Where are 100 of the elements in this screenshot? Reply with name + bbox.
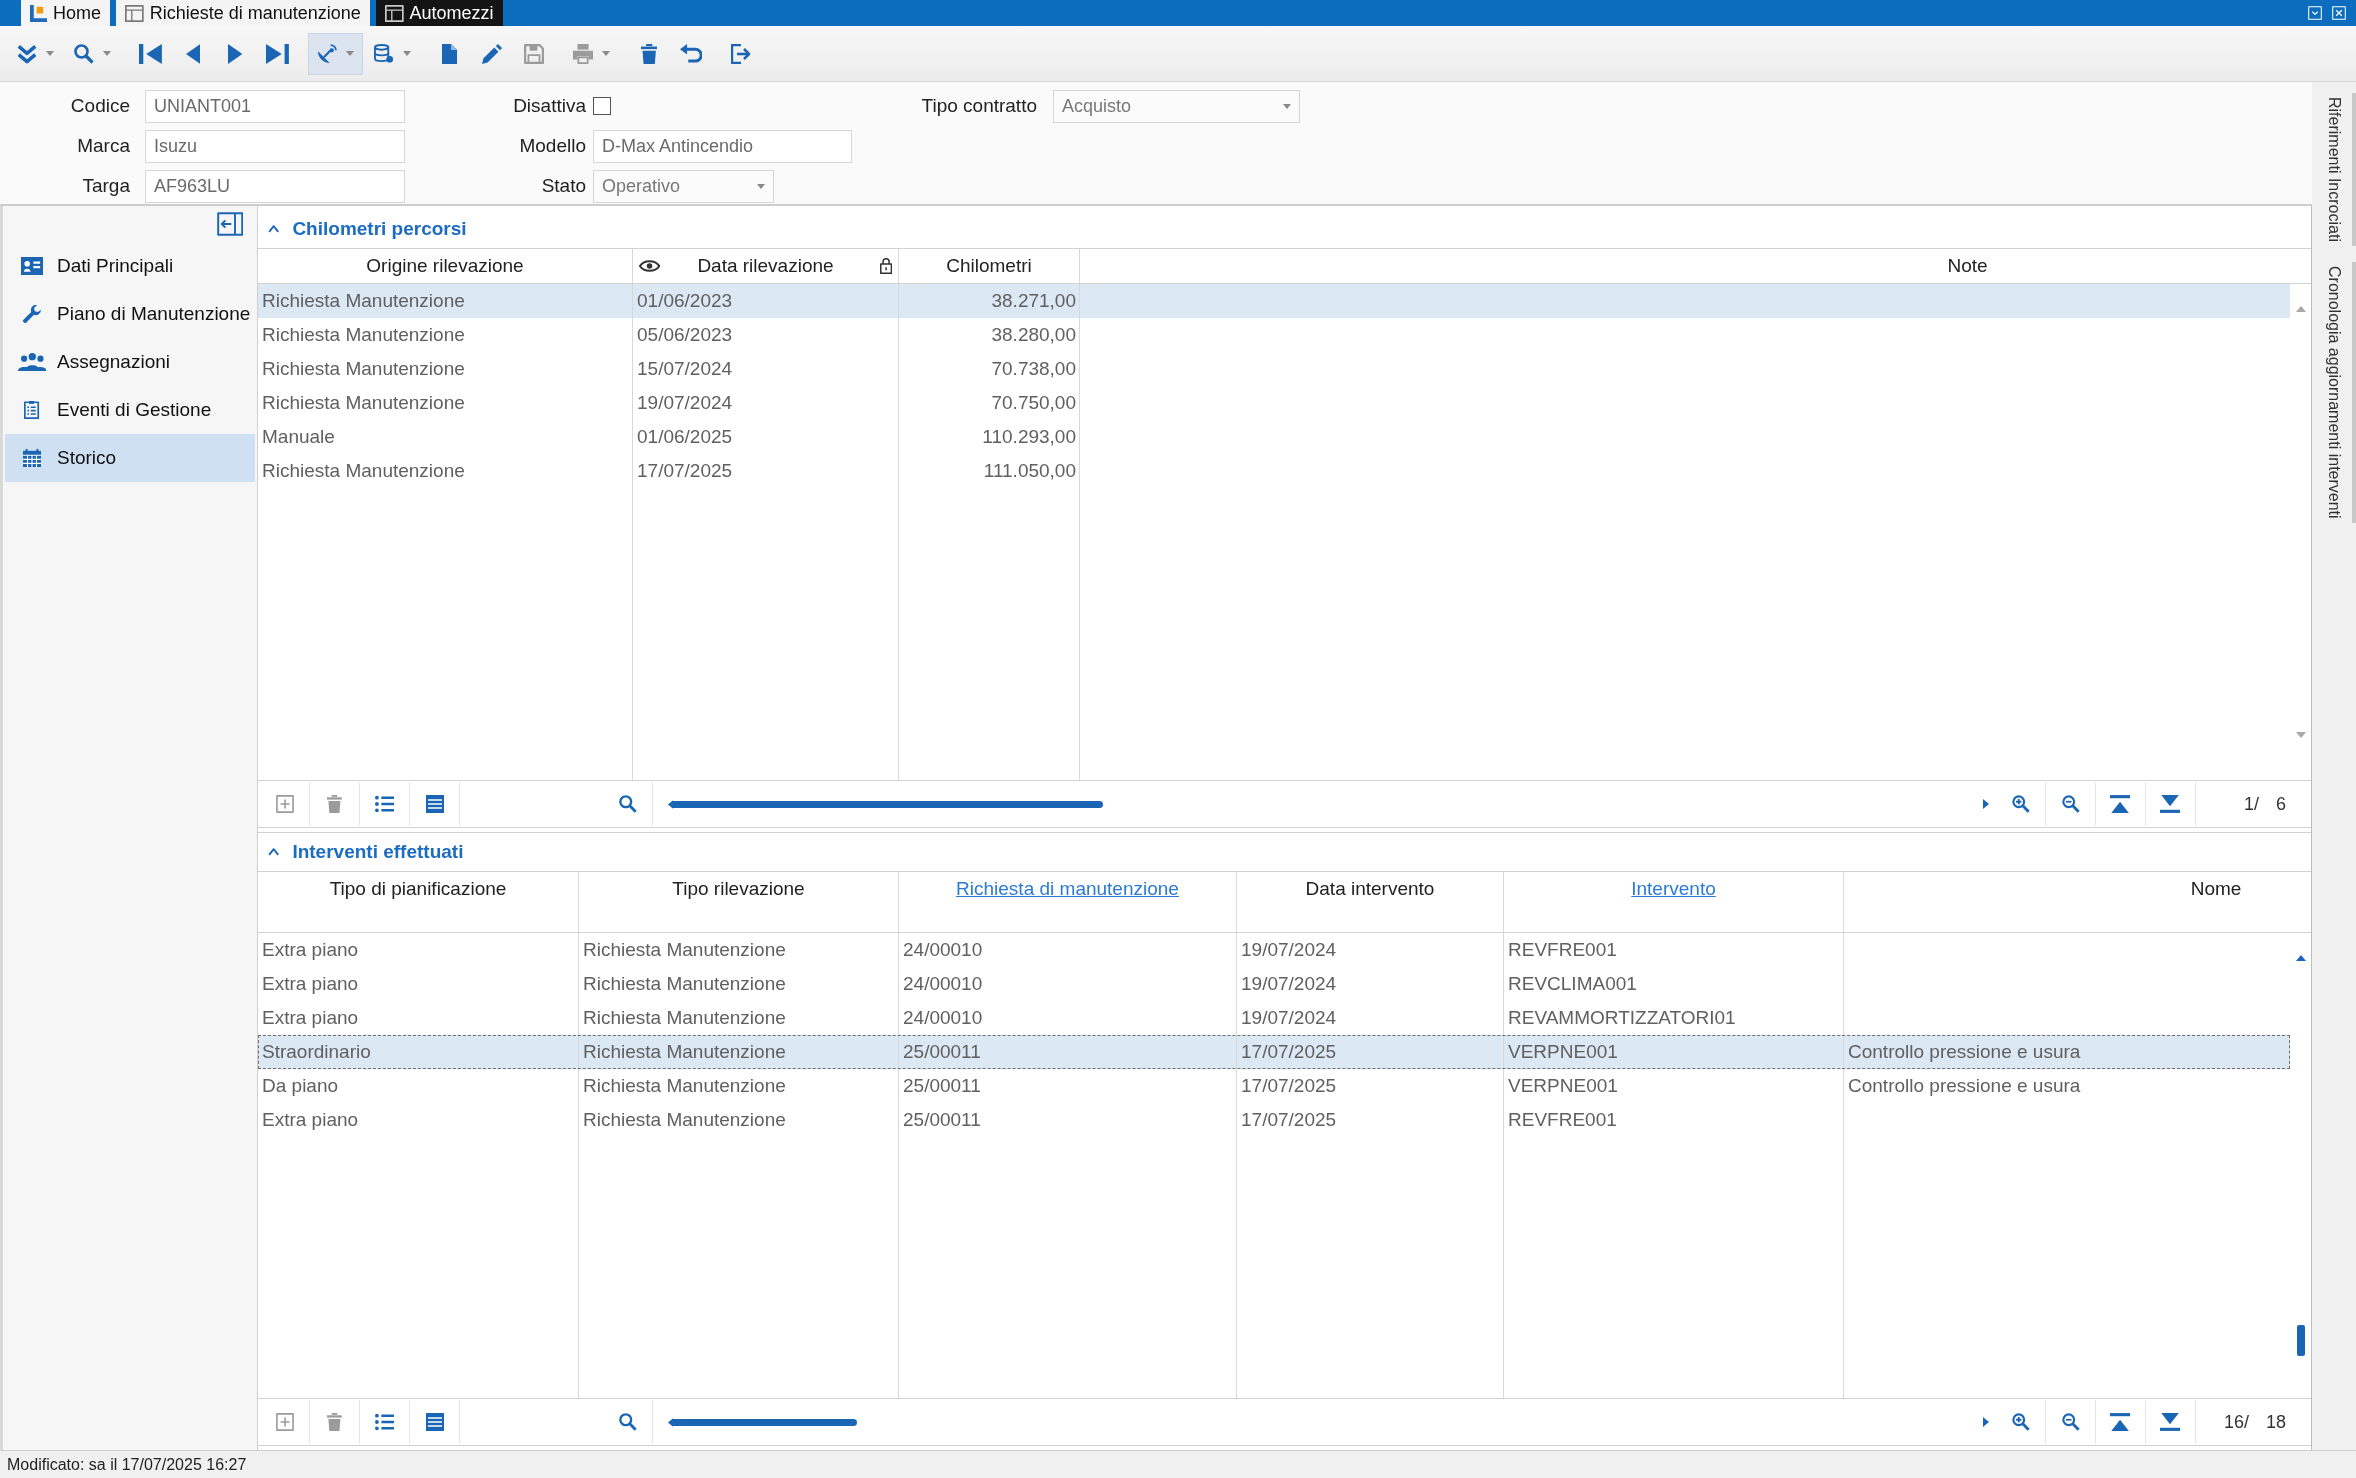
- panel-collapse-icon[interactable]: [216, 212, 243, 236]
- table-cell: 25/00011: [903, 1109, 981, 1131]
- sidebar-item[interactable]: Assegnazioni: [5, 338, 255, 386]
- section-title: Chilometri percorsi: [292, 218, 467, 240]
- table-cell: Richiesta Manutenzione: [583, 1007, 786, 1029]
- field-label: Modello: [519, 135, 586, 157]
- status-text: Modificato: sa il 17/07/2025 16:27: [7, 1455, 247, 1474]
- page-counter: 16/ 18: [2222, 1411, 2287, 1433]
- scroll-up-arrow-icon[interactable]: [2295, 955, 2306, 961]
- table-cell: 17/07/2025: [637, 460, 733, 482]
- table-cell: 111.050,00: [983, 460, 1076, 482]
- table-icon: [425, 1413, 444, 1431]
- column-header: Data intervento: [1305, 878, 1435, 900]
- field-label: Tipo contratto: [921, 95, 1037, 117]
- table-cell: REVCLIMA001: [1508, 973, 1637, 995]
- table-cell: 17/07/2025: [1241, 1075, 1337, 1097]
- table-cell: Extra piano: [262, 973, 359, 995]
- table-cell: REVFRE001: [1508, 939, 1617, 961]
- zoom-in-icon: [2011, 795, 2030, 813]
- table-cell: 05/06/2023: [637, 324, 733, 346]
- page-counter: 1/ 6: [2242, 793, 2287, 815]
- caret-down-icon: [757, 183, 765, 189]
- trash-icon: [327, 1413, 342, 1431]
- chevron-up-icon[interactable]: [268, 848, 280, 856]
- field-label: Marca: [77, 135, 130, 157]
- field-label: Targa: [82, 175, 130, 197]
- column-header: Nome: [2190, 878, 2242, 900]
- table-cell: 110.293,00: [982, 426, 1076, 448]
- undo-icon: [679, 43, 703, 64]
- tab[interactable]: Home: [21, 0, 110, 26]
- field-label: Disattiva: [513, 95, 586, 117]
- table-cell: Richiesta Manutenzione: [262, 460, 465, 482]
- text-field[interactable]: UNIANT001: [145, 89, 405, 123]
- sidebar-item[interactable]: Piano di Manutenzione: [5, 290, 255, 338]
- table-cell: Extra piano: [262, 939, 359, 961]
- table-cell: Richiesta Manutenzione: [583, 1109, 786, 1131]
- database-icon: [373, 43, 394, 64]
- tab[interactable]: Richieste di manutenzione: [116, 0, 370, 26]
- close-icon[interactable]: [2332, 6, 2346, 20]
- zoom-out-icon: [2061, 795, 2080, 813]
- table-cell: Richiesta Manutenzione: [262, 324, 465, 346]
- table-cell: Richiesta Manutenzione: [262, 392, 465, 414]
- table-cell: 19/07/2024: [637, 392, 733, 414]
- table-cell: Straordinario: [262, 1041, 371, 1063]
- sidebar-item[interactable]: Storico: [5, 434, 255, 482]
- selected-table-row[interactable]: Straordinario Richiesta Manutenzione 25/00011 17/07/2025 VERPNE001 Controllo pressione e usura: [258, 1035, 2290, 1069]
- chevron-down-icon[interactable]: [2308, 6, 2322, 20]
- table-cell: VERPNE001: [1508, 1075, 1618, 1097]
- table-cell: 15/07/2024: [637, 358, 733, 380]
- zoom-in-icon: [2011, 1413, 2030, 1431]
- scroll-right-arrow-icon[interactable]: [1983, 1417, 1989, 1427]
- selected-table-row[interactable]: Richiesta Manutenzione 01/06/2023 38.271,00: [258, 284, 2290, 318]
- clipboard-icon: [24, 401, 40, 419]
- eye-icon[interactable]: [639, 260, 661, 272]
- text-field[interactable]: AF963LU: [145, 169, 405, 203]
- column-header-link[interactable]: Intervento: [1631, 878, 1716, 900]
- list-icon: [374, 1413, 395, 1431]
- table-cell: 01/06/2023: [637, 290, 733, 312]
- plus-square-icon: [275, 1413, 294, 1431]
- lock-icon[interactable]: [879, 258, 892, 274]
- scroll-left-arrow-icon[interactable]: [668, 1417, 674, 1427]
- table-cell: Richiesta Manutenzione: [583, 973, 786, 995]
- field-label: Codice: [70, 95, 130, 117]
- table-cell: 38.280,00: [991, 324, 1076, 346]
- text-field[interactable]: Isuzu: [145, 129, 405, 163]
- arrow-to-bottom-icon: [2160, 795, 2181, 813]
- table-cell: Controllo pressione e usura: [1848, 1041, 2081, 1063]
- printer-icon: [572, 43, 593, 64]
- dropdown-field[interactable]: Operativo: [593, 169, 774, 203]
- checkbox[interactable]: [593, 97, 611, 115]
- dropdown-field[interactable]: Acquisto: [1053, 89, 1300, 123]
- table-icon: [425, 795, 444, 813]
- table-cell: Richiesta Manutenzione: [262, 358, 465, 380]
- text-field[interactable]: D-Max Antincendio: [593, 129, 852, 163]
- skip-end-icon: [265, 43, 289, 64]
- satellite-button[interactable]: [307, 32, 363, 75]
- table-cell: 17/07/2025: [1241, 1109, 1337, 1131]
- tab[interactable]: Automezzi: [375, 0, 503, 26]
- table-cell: 24/00010: [903, 973, 983, 995]
- app-logo-icon: [30, 4, 47, 22]
- people-icon: [17, 353, 47, 371]
- table-cell: 19/07/2024: [1241, 939, 1337, 961]
- scrollbar-thumb[interactable]: [2296, 1325, 2305, 1356]
- triangle-left-icon: [185, 43, 201, 64]
- column-header-link[interactable]: Richiesta di manutenzione: [956, 878, 1179, 900]
- sidebar-item[interactable]: Eventi di Gestione: [5, 386, 255, 434]
- search-icon: [618, 1413, 637, 1431]
- table-cell: 25/00011: [903, 1075, 981, 1097]
- scroll-left-arrow-icon[interactable]: [668, 799, 674, 809]
- window-icon: [125, 4, 144, 22]
- side-tab[interactable]: Cronologia aggiornamenti interventi: [2317, 261, 2356, 523]
- table-cell: Da piano: [262, 1075, 339, 1097]
- sidebar-item[interactable]: Dati Principali: [5, 242, 255, 290]
- side-tab[interactable]: Riferimenti Incrociati: [2317, 93, 2356, 246]
- chevron-up-icon[interactable]: [268, 225, 280, 233]
- arrow-to-top-icon: [2110, 795, 2131, 813]
- table-cell: Controllo pressione e usura: [1848, 1075, 2081, 1097]
- wrench-icon: [23, 305, 41, 323]
- table-cell: 01/06/2025: [637, 426, 733, 448]
- scroll-right-arrow-icon[interactable]: [1983, 799, 1989, 809]
